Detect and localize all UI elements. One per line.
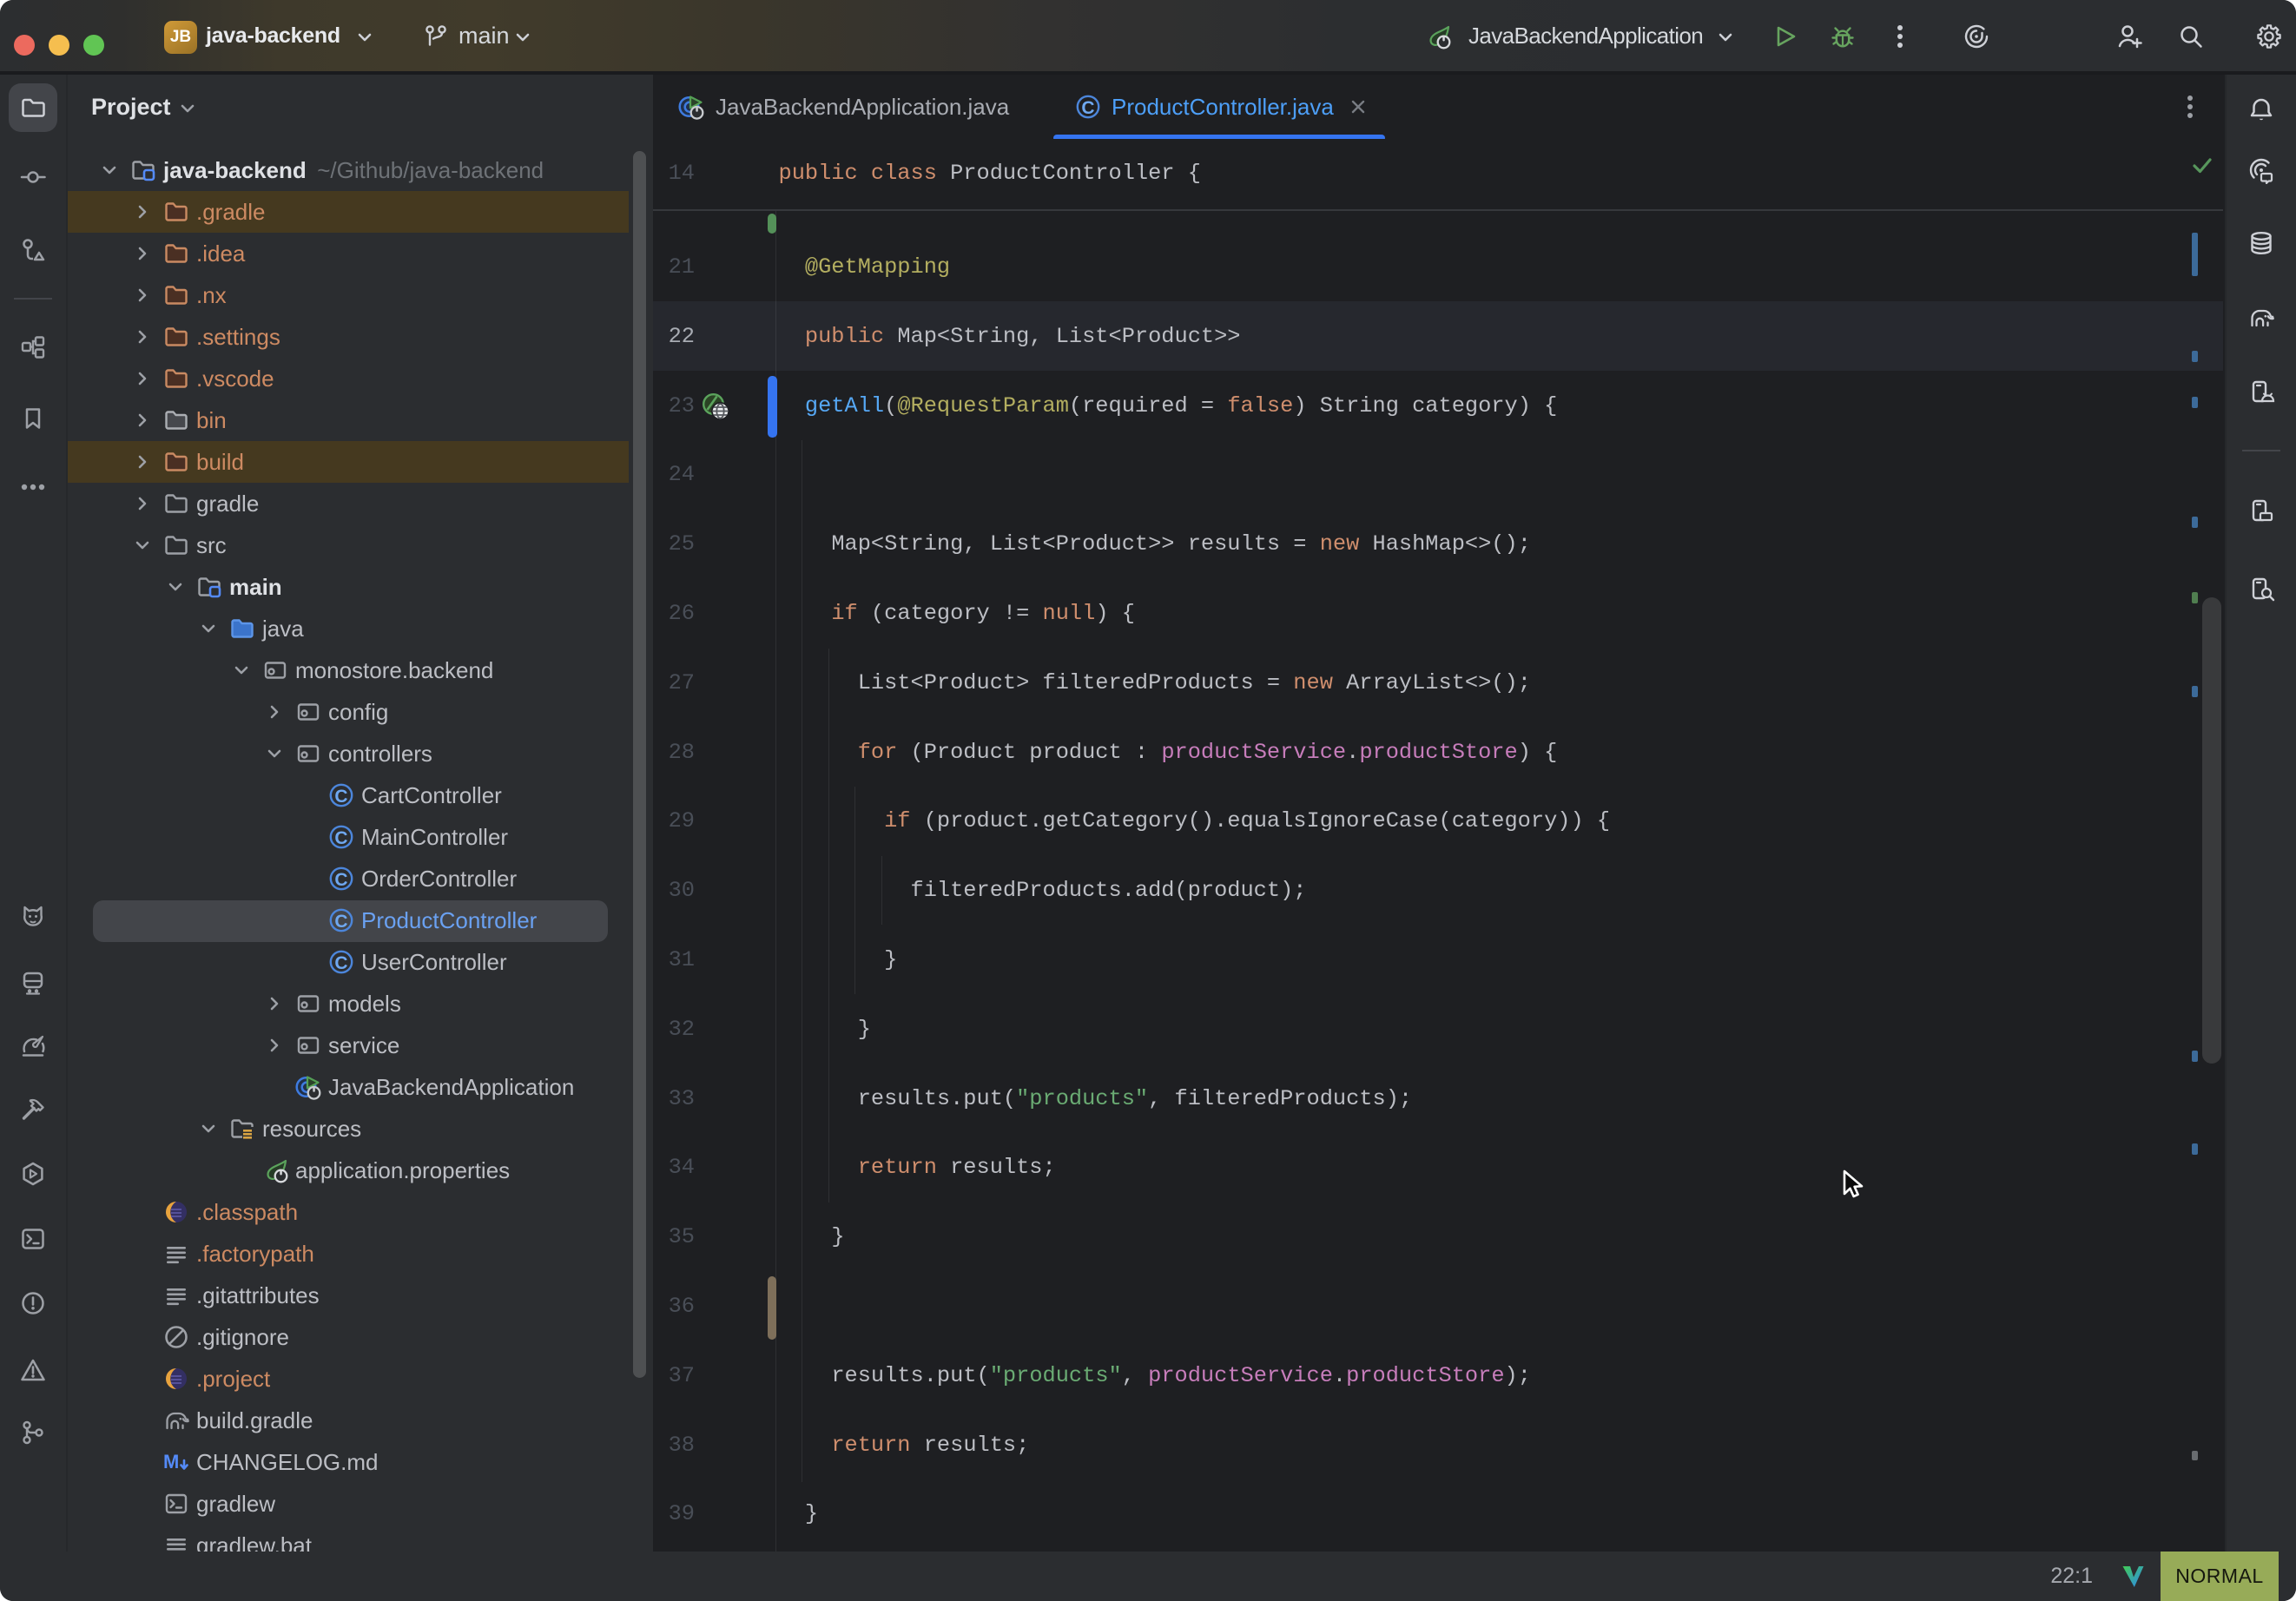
- svg-text:C: C: [1081, 98, 1094, 118]
- svg-text:C: C: [334, 787, 347, 807]
- svg-text:C: C: [334, 953, 347, 973]
- svg-text:C: C: [334, 912, 347, 932]
- svg-text:M: M: [163, 1451, 179, 1473]
- svg-text:C: C: [334, 828, 347, 848]
- svg-text:C: C: [334, 870, 347, 890]
